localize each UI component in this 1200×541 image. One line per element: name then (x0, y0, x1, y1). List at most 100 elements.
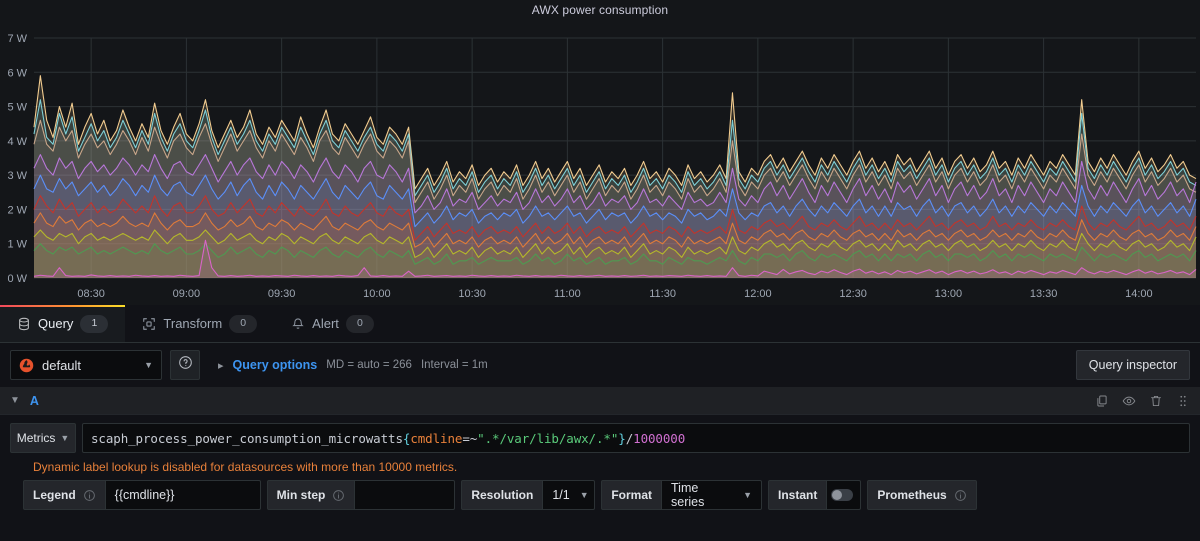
metrics-button-label: Metrics (16, 431, 56, 445)
format-select[interactable]: Time series ▼ (662, 480, 763, 510)
metrics-browser-button[interactable]: Metrics ▼ (10, 423, 76, 453)
svg-text:10:30: 10:30 (458, 288, 486, 300)
svg-text:13:00: 13:00 (935, 288, 963, 300)
tab-alert-label: Alert (312, 316, 339, 331)
datasource-row: default ▼ ▸ Query options MD = auto = 26… (0, 343, 1200, 387)
datasource-name: default (42, 357, 82, 373)
svg-text:11:30: 11:30 (649, 288, 676, 300)
info-circle-icon (83, 489, 96, 502)
format-label-text: Format (611, 488, 653, 502)
prometheus-field-group: Prometheus (867, 480, 977, 510)
legend-field-group: Legend {{cmdline}} (23, 480, 261, 510)
svg-text:7 W: 7 W (7, 33, 27, 45)
editor-tabs: Query 1 Transform 0 Alert 0 (0, 305, 1200, 343)
chevron-down-icon: ▼ (144, 360, 153, 370)
min-step-input[interactable] (355, 480, 456, 510)
svg-text:12:30: 12:30 (839, 288, 867, 300)
instant-label: Instant (768, 480, 828, 510)
tab-transform-label: Transform (163, 316, 223, 331)
expr-open-brace: { (402, 430, 411, 446)
interval-info: Interval = 1m (420, 359, 488, 371)
instant-label-text: Instant (778, 488, 818, 502)
query-editor-A: ▼ A Metrics ▼ scaph_process_power_consum… (0, 387, 1200, 541)
resolution-value: 1/1 (552, 488, 570, 502)
bell-icon (291, 317, 305, 331)
query-row-actions (1095, 394, 1190, 408)
chevron-right-icon: ▸ (218, 359, 224, 372)
svg-text:08:30: 08:30 (77, 288, 105, 300)
panel-title: AWX power consumption (531, 3, 669, 17)
legend-label: Legend (23, 480, 106, 510)
svg-text:11:00: 11:00 (554, 288, 581, 300)
min-step-label: Min step (266, 480, 356, 510)
tab-alert[interactable]: Alert 0 (274, 305, 391, 342)
tab-alert-count: 0 (345, 314, 374, 333)
transform-icon (142, 317, 156, 331)
promql-expression-input[interactable]: scaph_process_power_consumption_microwat… (82, 423, 1190, 453)
svg-text:4 W: 4 W (7, 136, 27, 148)
instant-toggle[interactable] (827, 480, 862, 510)
expr-close-brace: } (618, 430, 626, 446)
query-options-toggle[interactable]: ▸ Query options MD = auto = 266 Interval… (208, 358, 488, 372)
query-inspector-button[interactable]: Query inspector (1075, 350, 1190, 380)
svg-text:0 W: 0 W (7, 273, 27, 285)
drag-handle-icon[interactable] (1176, 394, 1190, 408)
min-step-field-group: Min step (266, 480, 456, 510)
svg-text:1 W: 1 W (7, 239, 27, 251)
toggle-knob (831, 489, 854, 501)
expr-operator: =~ (462, 430, 478, 446)
svg-text:14:00: 14:00 (1125, 288, 1153, 300)
datasource-help-button[interactable] (170, 350, 200, 380)
tab-transform[interactable]: Transform 0 (125, 305, 274, 342)
svg-text:6 W: 6 W (7, 67, 27, 79)
help-circle-icon (178, 355, 193, 375)
duplicate-icon[interactable] (1095, 394, 1109, 408)
dynamic-label-warning: Dynamic label lookup is disabled for dat… (33, 460, 458, 474)
query-ref-id[interactable]: A (30, 394, 39, 408)
svg-text:3 W: 3 W (7, 170, 27, 182)
plot-area[interactable]: 0 W 1 W 2 W 3 W 4 W 5 W 6 W 7 W 08:30 09:00 09:30 1… (0, 26, 1200, 305)
expr-number: 1000000 (633, 430, 686, 446)
query-inspector-label: Query inspector (1088, 358, 1177, 372)
expr-metric: scaph_process_power_consumption_microwat… (91, 430, 403, 446)
query-options-row: Legend {{cmdline}} Min step Resolution 1… (10, 480, 1190, 510)
chevron-down-icon: ▼ (60, 433, 70, 443)
prometheus-flame-icon (19, 358, 34, 373)
legend-input[interactable]: {{cmdline}} (105, 480, 261, 510)
remove-icon[interactable] (1149, 394, 1163, 408)
svg-text:13:30: 13:30 (1030, 288, 1058, 300)
info-circle-icon (954, 489, 967, 502)
tab-query-label: Query (38, 316, 74, 331)
expression-line: Metrics ▼ scaph_process_power_consumptio… (10, 423, 1190, 453)
tab-query-count: 1 (80, 314, 109, 333)
svg-text:12:00: 12:00 (744, 288, 772, 300)
resolution-select[interactable]: 1/1 ▼ (543, 480, 596, 510)
hide-response-icon[interactable] (1122, 394, 1136, 408)
svg-text:5 W: 5 W (7, 102, 27, 114)
chevron-down-icon: ▼ (743, 490, 753, 500)
expr-label: cmdline (410, 430, 463, 446)
info-circle-icon (332, 489, 345, 502)
resolution-label-text: Resolution (471, 488, 534, 502)
format-value: Time series (671, 481, 705, 509)
prometheus-label: Prometheus (867, 480, 977, 510)
chart-svg: 0 W 1 W 2 W 3 W 4 W 5 W 6 W 7 W 08:30 09:00 09:30 1… (7, 33, 1197, 300)
resolution-field-group: Resolution 1/1 ▼ (461, 480, 596, 510)
max-data-points-info: MD = auto = 266 (326, 359, 412, 371)
database-icon (17, 317, 31, 331)
instant-field-group: Instant (768, 480, 862, 510)
tab-query[interactable]: Query 1 (0, 305, 126, 342)
query-editor-body: Metrics ▼ scaph_process_power_consumptio… (0, 415, 1200, 510)
format-label: Format (601, 480, 663, 510)
svg-text:09:00: 09:00 (173, 288, 201, 300)
chevron-down-icon: ▼ (579, 490, 589, 500)
svg-text:10:00: 10:00 (363, 288, 391, 300)
datasource-picker[interactable]: default ▼ (10, 350, 162, 380)
legend-value: {{cmdline}} (114, 488, 175, 502)
prometheus-label-text: Prometheus (877, 488, 947, 502)
expr-math-operator: / (625, 430, 634, 446)
tab-transform-count: 0 (229, 314, 258, 333)
query-row-header: ▼ A (0, 387, 1200, 415)
svg-text:09:30: 09:30 (268, 288, 296, 300)
collapse-chevron-icon[interactable]: ▼ (10, 395, 20, 406)
